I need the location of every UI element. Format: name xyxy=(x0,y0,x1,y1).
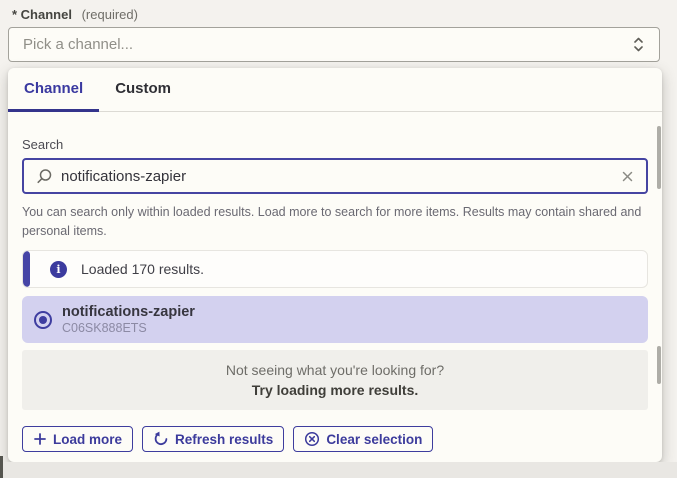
plus-icon xyxy=(33,432,47,446)
chevron-updown-icon xyxy=(632,36,645,53)
result-id: C06SK888ETS xyxy=(62,321,195,336)
scrollbar-thumb[interactable] xyxy=(657,346,661,384)
load-more-label: Load more xyxy=(53,432,122,447)
channel-select[interactable]: Pick a channel... xyxy=(8,27,660,62)
search-helper-text: You can search only within loaded result… xyxy=(22,203,642,241)
tab-bar: Channel Custom xyxy=(8,68,662,112)
field-label-text: * Channel xyxy=(12,7,72,22)
search-input[interactable] xyxy=(61,168,619,185)
load-more-button[interactable]: Load more xyxy=(22,426,133,452)
tab-channel[interactable]: Channel xyxy=(8,68,99,112)
result-option[interactable]: notifications-zapier C06SK888ETS xyxy=(22,296,648,343)
search-icon xyxy=(36,168,53,185)
panel-content: Search xyxy=(8,137,662,452)
scrollbar-thumb[interactable] xyxy=(657,126,661,189)
result-text: notifications-zapier C06SK888ETS xyxy=(62,304,195,336)
refresh-results-label: Refresh results xyxy=(175,432,273,447)
radio-selected-icon[interactable] xyxy=(34,311,52,329)
search-field xyxy=(22,158,648,194)
hint-question: Not seeing what you're looking for? xyxy=(226,360,444,380)
clear-selection-label: Clear selection xyxy=(326,432,422,447)
result-title: notifications-zapier xyxy=(62,304,195,321)
channel-picker-panel: Channel Custom Search xyxy=(8,68,662,462)
page-background-strip xyxy=(0,462,677,478)
hint-suggestion: Try loading more results. xyxy=(252,380,419,400)
refresh-icon xyxy=(153,431,169,447)
action-bar: Load more Refresh results xyxy=(22,426,648,452)
info-alert: i Loaded 170 results. xyxy=(22,250,648,288)
search-label: Search xyxy=(22,137,648,152)
field-label: * Channel (required) xyxy=(12,7,138,22)
field-required-note: (required) xyxy=(82,7,138,22)
alert-message: Loaded 170 results. xyxy=(81,261,204,277)
close-icon xyxy=(621,171,634,186)
load-more-hint: Not seeing what you're looking for? Try … xyxy=(22,350,648,410)
alert-accent-bar xyxy=(23,251,30,287)
channel-picker-screen: * Channel (required) Pick a channel... C… xyxy=(0,0,677,478)
clear-circle-icon xyxy=(304,431,320,447)
tab-custom[interactable]: Custom xyxy=(99,68,187,112)
info-icon: i xyxy=(50,261,67,278)
clear-selection-button[interactable]: Clear selection xyxy=(293,426,433,452)
refresh-results-button[interactable]: Refresh results xyxy=(142,426,284,452)
page-edge-element xyxy=(0,456,3,478)
select-placeholder: Pick a channel... xyxy=(23,36,632,53)
clear-search-button[interactable] xyxy=(619,168,636,185)
